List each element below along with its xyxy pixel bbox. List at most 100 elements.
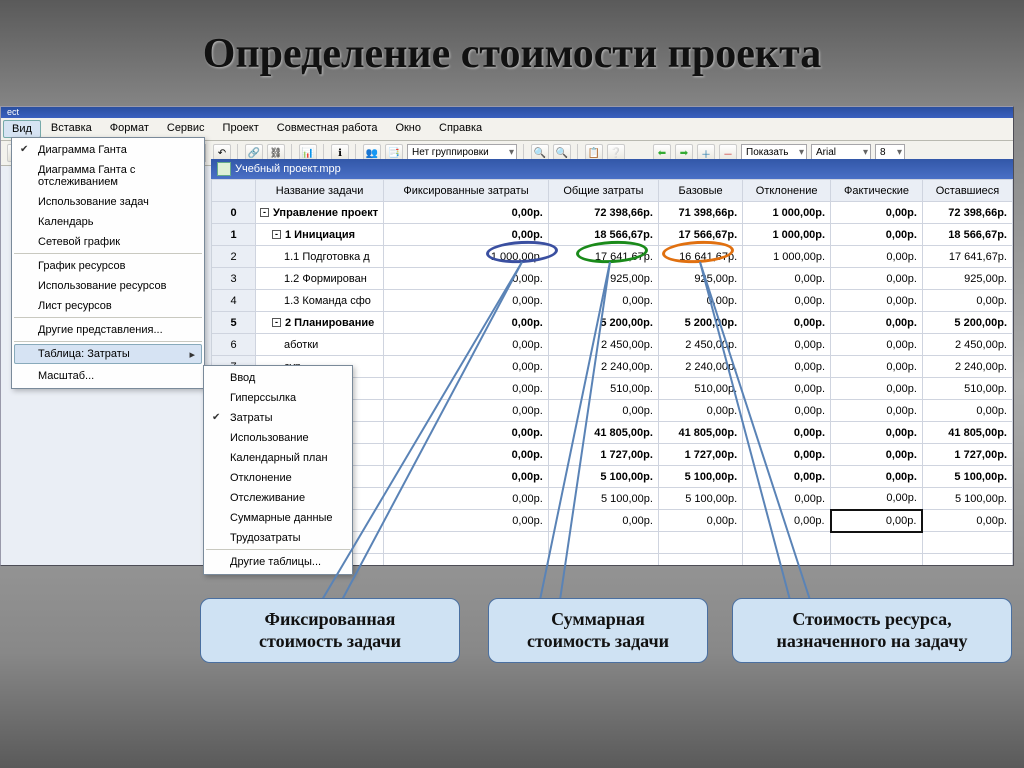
cost-cell[interactable]: 0,00р. <box>831 378 923 400</box>
cost-cell[interactable]: 2 240,00р. <box>922 356 1012 378</box>
submenu-item[interactable]: Трудозатраты <box>206 528 350 550</box>
empty-cell[interactable] <box>922 532 1012 554</box>
table-row[interactable]: 31.2 Формирован0,00р.925,00р.925,00р.0,0… <box>212 268 1013 290</box>
cost-cell[interactable]: 0,00р. <box>743 290 831 312</box>
task-name-cell[interactable]: аботки <box>256 334 384 356</box>
submenu-item[interactable]: Отслеживание <box>206 488 350 508</box>
cost-cell[interactable]: 5 100,00р. <box>658 488 742 510</box>
cost-cell[interactable]: 0,00р. <box>384 290 549 312</box>
cost-cell[interactable]: 2 450,00р. <box>658 334 742 356</box>
menu-item[interactable]: Лист ресурсов <box>14 296 202 318</box>
cost-cell[interactable]: 0,00р. <box>831 202 923 224</box>
cost-cell[interactable]: 0,00р. <box>743 510 831 532</box>
cost-cell[interactable]: 17 566,67р. <box>658 224 742 246</box>
cost-cell[interactable]: 925,00р. <box>922 268 1012 290</box>
empty-cell[interactable] <box>831 532 923 554</box>
cost-cell[interactable]: 5 100,00р. <box>922 466 1012 488</box>
cost-cell[interactable]: 72 398,66р. <box>548 202 658 224</box>
cost-cell[interactable]: 0,00р. <box>384 356 549 378</box>
menu-item[interactable]: Использование задач <box>14 192 202 212</box>
cost-cell[interactable]: 0,00р. <box>384 202 549 224</box>
cost-cell[interactable]: 0,00р. <box>922 510 1012 532</box>
cost-cell[interactable]: 0,00р. <box>384 466 549 488</box>
cost-cell[interactable]: 1 000,00р. <box>743 202 831 224</box>
submenu-item[interactable]: Отклонение <box>206 468 350 488</box>
cost-cell[interactable]: 510,00р. <box>922 378 1012 400</box>
empty-cell[interactable] <box>743 532 831 554</box>
empty-cell[interactable] <box>384 532 549 554</box>
cost-cell[interactable]: 0,00р. <box>743 378 831 400</box>
cost-cell[interactable]: 0,00р. <box>658 290 742 312</box>
cost-cell[interactable]: 0,00р. <box>743 400 831 422</box>
table-row[interactable]: 41.3 Команда сфо0,00р.0,00р.0,00р.0,00р.… <box>212 290 1013 312</box>
cost-cell[interactable]: 5 100,00р. <box>658 466 742 488</box>
column-header[interactable]: Общие затраты <box>548 180 658 202</box>
cost-cell[interactable]: 1 000,00р. <box>384 246 549 268</box>
cost-cell[interactable]: 0,00р. <box>658 510 742 532</box>
task-name-cell[interactable]: 1.3 Команда сфо <box>256 290 384 312</box>
cost-cell[interactable]: 2 450,00р. <box>548 334 658 356</box>
row-number[interactable]: 1 <box>212 224 256 246</box>
cost-cell[interactable]: 0,00р. <box>548 290 658 312</box>
cost-cell[interactable]: 0,00р. <box>384 268 549 290</box>
task-name-cell[interactable]: -2 Планирование <box>256 312 384 334</box>
menu-help[interactable]: Справка <box>431 120 490 138</box>
cost-cell[interactable]: 0,00р. <box>831 224 923 246</box>
cost-cell[interactable]: 0,00р. <box>831 356 923 378</box>
menu-insert[interactable]: Вставка <box>43 120 100 138</box>
cost-cell[interactable]: 2 240,00р. <box>548 356 658 378</box>
cost-cell[interactable]: 1 727,00р. <box>548 444 658 466</box>
outline-toggle-icon[interactable]: - <box>272 318 281 327</box>
menu-item[interactable]: Таблица: Затраты <box>14 344 202 364</box>
empty-cell[interactable] <box>384 554 549 566</box>
menu-item[interactable]: Масштаб... <box>14 366 202 386</box>
column-header[interactable]: Отклонение <box>743 180 831 202</box>
cost-cell[interactable]: 0,00р. <box>831 422 923 444</box>
menu-item[interactable]: Диаграмма Ганта <box>14 140 202 160</box>
cost-cell[interactable]: 0,00р. <box>831 466 923 488</box>
menu-item[interactable]: Календарь <box>14 212 202 232</box>
cost-cell[interactable]: 0,00р. <box>743 356 831 378</box>
cost-cell[interactable]: 0,00р. <box>384 422 549 444</box>
cost-cell[interactable]: 0,00р. <box>831 334 923 356</box>
cost-cell[interactable]: 18 566,67р. <box>548 224 658 246</box>
cost-cell[interactable]: 0,00р. <box>831 400 923 422</box>
submenu-item[interactable]: Гиперссылка <box>206 388 350 408</box>
table-row[interactable]: 0-Управление проект0,00р.72 398,66р.71 3… <box>212 202 1013 224</box>
row-number[interactable]: 5 <box>212 312 256 334</box>
cost-cell[interactable]: 41 805,00р. <box>548 422 658 444</box>
cost-cell[interactable]: 0,00р. <box>548 400 658 422</box>
row-number[interactable]: 6 <box>212 334 256 356</box>
empty-cell[interactable] <box>658 554 742 566</box>
column-header[interactable]: Название задачи <box>256 180 384 202</box>
cost-cell[interactable]: 0,00р. <box>384 400 549 422</box>
cost-cell[interactable]: 5 100,00р. <box>922 488 1012 510</box>
empty-cell[interactable] <box>548 532 658 554</box>
outline-toggle-icon[interactable]: - <box>260 208 269 217</box>
cost-cell[interactable]: 0,00р. <box>384 488 549 510</box>
submenu-item[interactable]: Использование <box>206 428 350 448</box>
cost-cell[interactable]: 0,00р. <box>831 268 923 290</box>
submenu-item[interactable]: Календарный план <box>206 448 350 468</box>
cost-cell[interactable]: 5 100,00р. <box>548 488 658 510</box>
cost-cell[interactable]: 17 641,67р. <box>548 246 658 268</box>
cost-cell[interactable]: 16 641,67р. <box>658 246 742 268</box>
cost-cell[interactable]: 0,00р. <box>548 510 658 532</box>
menu-tools[interactable]: Сервис <box>159 120 213 138</box>
cost-cell[interactable]: 0,00р. <box>922 290 1012 312</box>
cost-cell[interactable]: 5 200,00р. <box>548 312 658 334</box>
menu-item[interactable]: График ресурсов <box>14 256 202 276</box>
submenu-item[interactable]: Затраты <box>206 408 350 428</box>
row-number[interactable]: 3 <box>212 268 256 290</box>
empty-cell[interactable] <box>548 554 658 566</box>
cost-cell[interactable]: 0,00р. <box>831 246 923 268</box>
column-header[interactable]: Фиксированные затраты <box>384 180 549 202</box>
cost-cell[interactable]: 41 805,00р. <box>658 422 742 444</box>
cost-cell[interactable]: 71 398,66р. <box>658 202 742 224</box>
menu-project[interactable]: Проект <box>215 120 267 138</box>
cost-cell[interactable]: 41 805,00р. <box>922 422 1012 444</box>
cost-cell[interactable]: 0,00р. <box>831 510 923 532</box>
cost-cell[interactable]: 0,00р. <box>743 444 831 466</box>
cost-cell[interactable]: 0,00р. <box>831 488 923 510</box>
row-number[interactable]: 2 <box>212 246 256 268</box>
